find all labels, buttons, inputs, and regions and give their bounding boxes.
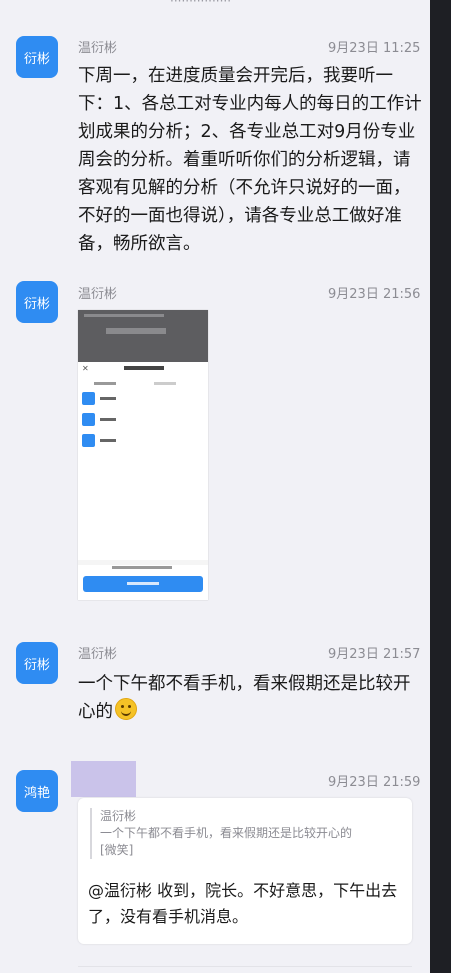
avatar[interactable]: 鸿艳 [16, 770, 58, 812]
image-thumbnail[interactable]: ✕ [78, 310, 208, 600]
message-text[interactable]: 一个下午都不看手机，看来假期还是比较开心的 [78, 670, 423, 726]
avatar[interactable]: 衍彬 [16, 642, 58, 684]
reply-card[interactable]: 温衍彬 一个下午都不看手机，看来假期还是比较开心的 [微笑] @温衍彬 收到，院… [78, 798, 412, 944]
thumbnail-header [78, 310, 208, 362]
reply-text[interactable]: @温衍彬 收到，院长。不好意思，下午出去了，没有看手机消息。 [88, 878, 406, 930]
smile-emoji-icon [115, 698, 137, 720]
sender-name: 温衍彬 [78, 647, 118, 662]
divider [78, 966, 412, 967]
message-text[interactable]: 下周一，在进度质量会开完后，我要听一下：1、各总工对专业内每人的每日的工作计划成… [78, 62, 423, 258]
chat-panel: ················ 衍彬 温衍彬 9月23日 11:25 下周一，… [0, 0, 430, 973]
close-icon: ✕ [82, 364, 89, 373]
redacted-sender-name [71, 761, 136, 797]
avatar[interactable]: 衍彬 [16, 281, 58, 323]
sender-name: 温衍彬 [78, 287, 118, 302]
quoted-emoji: [微笑] [100, 843, 134, 857]
quoted-text: 一个下午都不看手机，看来假期还是比较开心的 [100, 826, 353, 840]
top-hint: ················ [170, 0, 232, 8]
side-edge [430, 0, 451, 973]
avatar[interactable]: 衍彬 [16, 36, 58, 78]
message-time: 9月23日 11:25 [328, 41, 421, 56]
quoted-sender: 温衍彬 [100, 809, 137, 823]
message-time: 9月23日 21:57 [328, 647, 421, 662]
quoted-message[interactable]: 温衍彬 一个下午都不看手机，看来假期还是比较开心的 [微笑] [90, 808, 410, 859]
message-time: 9月23日 21:56 [328, 287, 421, 302]
message-time: 9月23日 21:59 [328, 775, 421, 790]
thumbnail-confirm-button [83, 576, 203, 592]
sender-name: 温衍彬 [78, 41, 118, 56]
